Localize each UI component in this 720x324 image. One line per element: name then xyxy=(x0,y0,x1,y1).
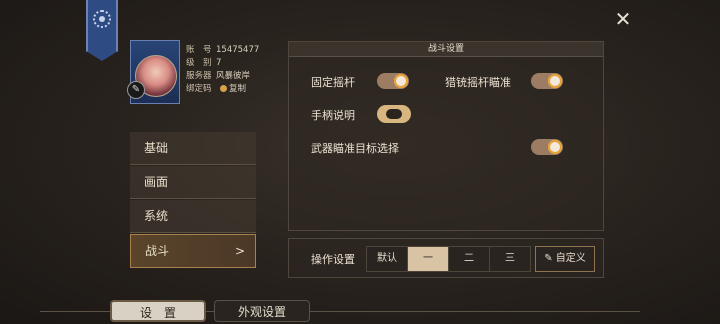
sniper-aim-label: 猎铳摇杆瞄准 xyxy=(445,76,511,89)
avatar-frame: ✎ xyxy=(127,40,180,104)
bind-code-label: 绑定码 xyxy=(186,84,212,94)
weapon-target-toggle[interactable] xyxy=(531,139,563,155)
close-button[interactable]: ✕ xyxy=(612,8,634,30)
combat-settings-panel: 战斗设置 固定摇杆 猎铳摇杆瞄准 手柄说明 武器瞄准目标选择 xyxy=(288,41,604,231)
nav-item-label: 战斗 xyxy=(145,244,170,258)
operation-settings-bar: 操作设置 默认 一 二 三 ✎ 自定义 xyxy=(288,238,604,278)
toggle-knob xyxy=(548,140,562,154)
fixed-joystick-toggle[interactable] xyxy=(377,73,409,89)
operation-label: 操作设置 xyxy=(311,253,355,266)
settings-nav: 基础 画面 系统 战斗 > xyxy=(130,132,256,269)
level-value: 7 xyxy=(216,58,222,68)
server-label: 服务器 xyxy=(186,71,212,81)
nav-item-label: 基础 xyxy=(144,141,169,155)
nav-item-basic[interactable]: 基础 xyxy=(130,132,256,165)
toggle-knob xyxy=(548,74,562,88)
nav-item-label: 画面 xyxy=(144,175,169,189)
copy-icon[interactable] xyxy=(220,85,227,92)
panel-title: 战斗设置 xyxy=(289,42,603,57)
account-value: 15475477 xyxy=(216,45,260,55)
custom-label: 自定义 xyxy=(555,253,586,264)
pencil-icon: ✎ xyxy=(544,253,556,264)
fixed-joystick-label: 固定摇杆 xyxy=(311,76,355,89)
weapon-target-label: 武器瞄准目标选择 xyxy=(311,142,399,155)
server-value: 风暴彼岸 xyxy=(216,71,251,81)
nav-item-combat[interactable]: 战斗 > xyxy=(130,234,256,268)
tab-settings[interactable]: 设 置 xyxy=(110,300,206,322)
account-label: 账 号 xyxy=(186,45,212,55)
tab-appearance[interactable]: 外观设置 xyxy=(214,300,310,322)
chevron-right-icon: > xyxy=(234,244,245,258)
nav-item-label: 系统 xyxy=(144,209,169,223)
gear-icon xyxy=(93,10,111,28)
pin-icon[interactable]: ✎ xyxy=(127,81,145,99)
nav-item-system[interactable]: 系统 xyxy=(130,200,256,233)
nav-item-graphics[interactable]: 画面 xyxy=(130,166,256,199)
profile-info: 账 号 15475477 级 别 7 服务器 风暴彼岸 绑定码 复制 xyxy=(186,44,259,96)
toggle-knob xyxy=(394,74,408,88)
controller-help-label: 手柄说明 xyxy=(311,109,355,122)
profile-card: ✎ 账 号 15475477 级 别 7 服务器 风暴彼岸 绑定码 复制 xyxy=(127,40,259,106)
gamepad-glyph xyxy=(386,109,402,119)
gamepad-icon[interactable] xyxy=(377,105,411,123)
preset-two[interactable]: 二 xyxy=(448,246,490,272)
settings-banner xyxy=(86,0,118,61)
copy-button[interactable]: 复制 xyxy=(229,84,246,94)
sniper-aim-toggle[interactable] xyxy=(531,73,563,89)
preset-one[interactable]: 一 xyxy=(407,246,449,272)
preset-three[interactable]: 三 xyxy=(489,246,531,272)
preset-default[interactable]: 默认 xyxy=(366,246,408,272)
level-label: 级 别 xyxy=(186,58,212,68)
custom-button[interactable]: ✎ 自定义 xyxy=(535,246,595,272)
